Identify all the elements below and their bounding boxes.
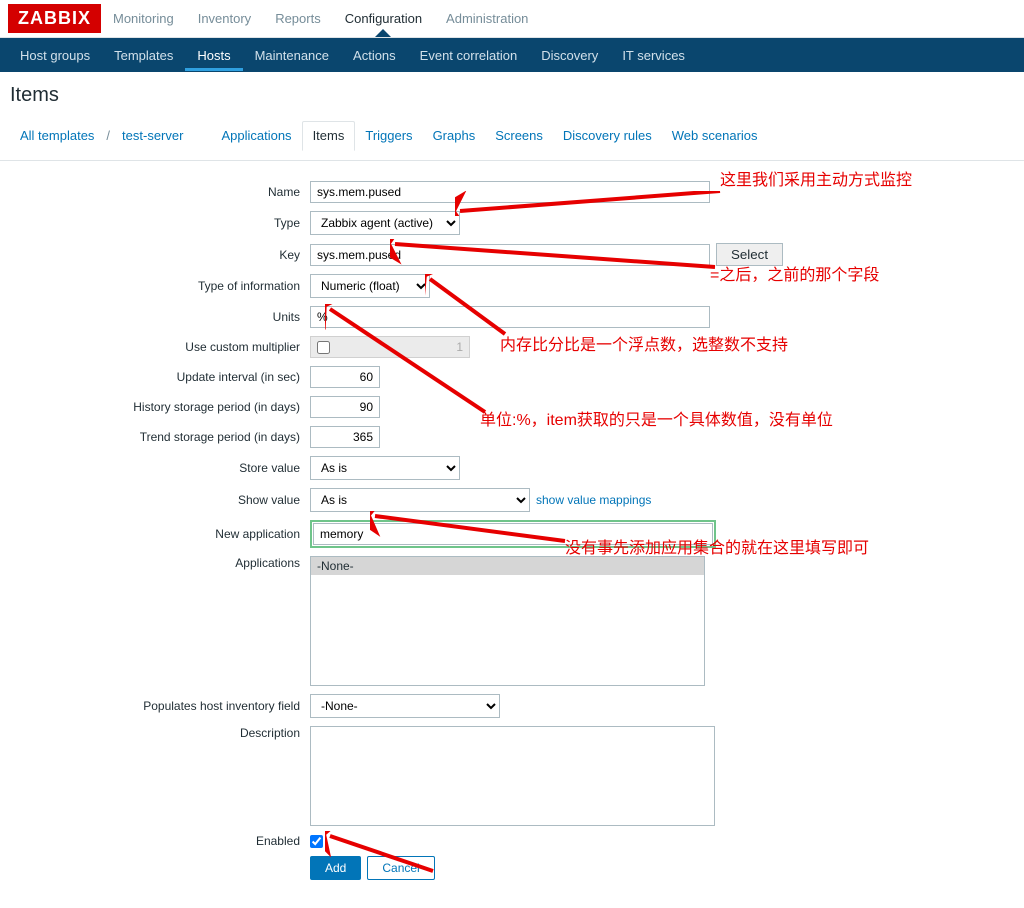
label-store-value: Store value xyxy=(10,461,310,475)
label-trend-storage: Trend storage period (in days) xyxy=(10,430,310,444)
new-application-input[interactable] xyxy=(313,523,713,545)
label-populates-inventory: Populates host inventory field xyxy=(10,699,310,713)
trend-storage-input[interactable] xyxy=(310,426,380,448)
type-select[interactable]: Zabbix agent (active) xyxy=(310,211,460,235)
subnav-hosts[interactable]: Hosts xyxy=(185,40,242,71)
subnav-actions[interactable]: Actions xyxy=(341,40,408,71)
subnav-event-correlation[interactable]: Event correlation xyxy=(408,40,530,71)
label-enabled: Enabled xyxy=(10,834,310,848)
nav-monitoring[interactable]: Monitoring xyxy=(101,1,186,36)
cancel-button[interactable]: Cancel xyxy=(367,856,434,880)
select-key-button[interactable]: Select xyxy=(716,243,783,266)
label-custom-multiplier: Use custom multiplier xyxy=(10,340,310,354)
custom-multiplier-checkbox[interactable] xyxy=(317,341,330,354)
subnav-it-services[interactable]: IT services xyxy=(610,40,697,71)
tab-graphs[interactable]: Graphs xyxy=(423,122,486,149)
units-input[interactable] xyxy=(310,306,710,328)
item-form: Name Type Zabbix agent (active) Key Sele… xyxy=(0,161,1024,908)
description-textarea[interactable] xyxy=(310,726,715,826)
subnav-maintenance[interactable]: Maintenance xyxy=(243,40,341,71)
tab-discovery-rules[interactable]: Discovery rules xyxy=(553,122,662,149)
bc-host[interactable]: test-server xyxy=(112,122,193,149)
breadcrumb-sep: / xyxy=(104,128,112,143)
label-update-interval: Update interval (in sec) xyxy=(10,370,310,384)
type-of-information-select[interactable]: Numeric (float) xyxy=(310,274,430,298)
label-description: Description xyxy=(10,726,310,740)
tab-applications[interactable]: Applications xyxy=(211,122,301,149)
custom-multiplier-field: 1 xyxy=(310,336,470,358)
label-show-value: Show value xyxy=(10,493,310,507)
show-value-mappings-link[interactable]: show value mappings xyxy=(536,493,651,507)
subnav-templates[interactable]: Templates xyxy=(102,40,185,71)
bc-all-templates[interactable]: All templates xyxy=(10,122,104,149)
nav-inventory[interactable]: Inventory xyxy=(186,1,263,36)
label-new-application: New application xyxy=(10,527,310,541)
nav-configuration[interactable]: Configuration xyxy=(333,1,434,36)
tab-screens[interactable]: Screens xyxy=(485,122,553,149)
label-type-of-information: Type of information xyxy=(10,279,310,293)
nav-administration[interactable]: Administration xyxy=(434,1,540,36)
page-title: Items xyxy=(0,72,1024,115)
label-units: Units xyxy=(10,310,310,324)
top-menu: ZABBIX Monitoring Inventory Reports Conf… xyxy=(0,0,1024,38)
subnav-discovery[interactable]: Discovery xyxy=(529,40,610,71)
label-name: Name xyxy=(10,185,310,199)
applications-listbox[interactable]: -None- xyxy=(310,556,705,686)
custom-multiplier-value: 1 xyxy=(456,340,463,354)
tab-triggers[interactable]: Triggers xyxy=(355,122,422,149)
label-type: Type xyxy=(10,216,310,230)
populates-inventory-select[interactable]: -None- xyxy=(310,694,500,718)
subnav-host-groups[interactable]: Host groups xyxy=(8,40,102,71)
tab-items[interactable]: Items xyxy=(302,121,356,151)
show-value-select[interactable]: As is xyxy=(310,488,530,512)
name-input[interactable] xyxy=(310,181,710,203)
nav-reports[interactable]: Reports xyxy=(263,1,333,36)
store-value-select[interactable]: As is xyxy=(310,456,460,480)
applications-option-none[interactable]: -None- xyxy=(311,557,704,575)
caret-down-icon xyxy=(375,29,391,37)
add-button[interactable]: Add xyxy=(310,856,361,880)
label-history-storage: History storage period (in days) xyxy=(10,400,310,414)
update-interval-input[interactable] xyxy=(310,366,380,388)
enabled-checkbox[interactable] xyxy=(310,835,323,848)
sub-menu: Host groups Templates Hosts Maintenance … xyxy=(0,38,1024,72)
label-key: Key xyxy=(10,248,310,262)
history-storage-input[interactable] xyxy=(310,396,380,418)
key-input[interactable] xyxy=(310,244,710,266)
label-applications: Applications xyxy=(10,556,310,570)
tab-web-scenarios[interactable]: Web scenarios xyxy=(662,122,768,149)
logo: ZABBIX xyxy=(8,4,101,33)
breadcrumb-tabs: All templates / test-server Applications… xyxy=(0,115,1024,161)
